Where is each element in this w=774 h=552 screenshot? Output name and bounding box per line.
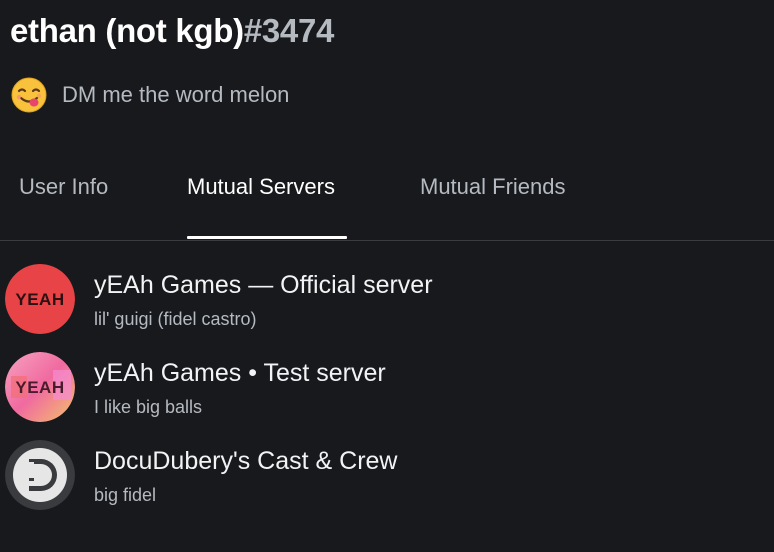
- username-heading: ethan (not kgb)#3474: [10, 12, 334, 50]
- server-name: yEAh Games — Official server: [94, 271, 433, 299]
- profile-tabs: User Info Mutual Servers Mutual Friends: [0, 160, 774, 240]
- server-nickname: big fidel: [94, 485, 157, 505]
- server-name: DocuDubery's Cast & Crew: [94, 447, 398, 475]
- yeah-games-red-logo-icon: YEAH: [5, 264, 75, 334]
- yeah-games-pink-logo-icon: YEAH: [5, 352, 75, 422]
- server-nickname: lil' guigi (fidel castro): [94, 309, 257, 329]
- status-text: DM me the word melon: [62, 82, 290, 107]
- server-row-docudubery[interactable]: DocuDubery's Cast & Crew big fidel: [0, 432, 774, 520]
- server-icon-text: YEAH: [15, 290, 64, 309]
- active-tab-indicator: [187, 236, 347, 239]
- mutual-servers-list: YEAH yEAh Games — Official server lil' g…: [0, 256, 774, 520]
- docudubery-logo-icon: [5, 440, 75, 510]
- server-row-yeah-test[interactable]: YEAH yEAh Games • Test server I like big…: [0, 344, 774, 432]
- face-savoring-food-icon: [11, 77, 47, 113]
- server-nickname: I like big balls: [94, 397, 203, 417]
- tab-divider: [0, 240, 774, 241]
- discriminator: #3474: [243, 12, 335, 49]
- tab-mutual-servers[interactable]: Mutual Servers: [187, 174, 335, 200]
- custom-status: DM me the word melon: [11, 76, 289, 114]
- username: ethan (not kgb): [10, 12, 244, 49]
- tab-user-info[interactable]: User Info: [19, 174, 108, 200]
- server-icon-text: YEAH: [15, 378, 64, 397]
- server-name: yEAh Games • Test server: [94, 359, 386, 387]
- server-row-yeah-official[interactable]: YEAH yEAh Games — Official server lil' g…: [0, 256, 774, 344]
- tab-mutual-friends[interactable]: Mutual Friends: [420, 174, 566, 200]
